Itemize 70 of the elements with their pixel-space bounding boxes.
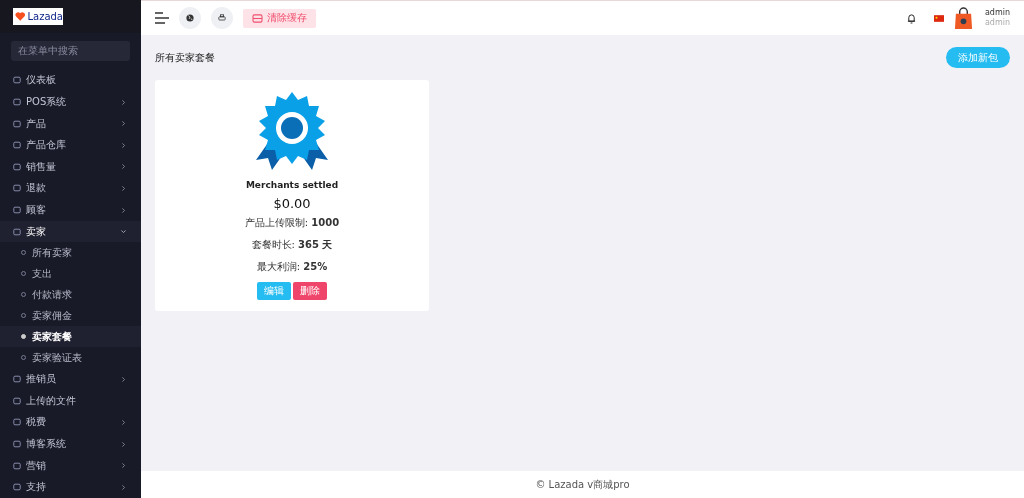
menu-item-icon (13, 375, 21, 384)
chevron-icon (120, 98, 127, 106)
menu-item[interactable]: 上传的文件 (0, 390, 141, 412)
submenu-item[interactable]: 卖家验证表 (0, 347, 141, 369)
menu-item[interactable]: 推销员 (0, 368, 141, 390)
package-name: Merchants settled (245, 180, 339, 190)
search-field[interactable]: 在菜单中搜索 (11, 40, 130, 61)
drive-icon (252, 13, 263, 23)
menu-item[interactable]: 卖家 (0, 220, 141, 243)
user-name: admin (984, 8, 1010, 18)
menu-icon[interactable] (155, 12, 169, 24)
globe-icon (186, 14, 194, 22)
submenu-item[interactable]: 支出 (0, 263, 141, 285)
print-button[interactable] (211, 7, 233, 29)
logo-text: Lazada (27, 10, 63, 22)
shopping-bag-icon[interactable] (953, 6, 973, 30)
menu-item-icon (13, 141, 21, 150)
menu-item[interactable]: 支持 (0, 476, 141, 498)
menu-item[interactable]: 博客系统 (0, 433, 141, 455)
menu-item-icon (13, 483, 21, 492)
menu-item[interactable]: POS系统 (0, 91, 141, 113)
menu-item[interactable]: 营销 (0, 454, 141, 477)
menu-item-icon (13, 184, 21, 193)
submenu-item[interactable]: 付款请求 (0, 284, 141, 306)
package-detail: 产品上传限制: 1000 (244, 216, 340, 230)
footer-text: © Lazada v商城pro (535, 477, 630, 492)
menu-item-icon (13, 418, 21, 427)
menu-item-icon (13, 119, 21, 128)
chevron-icon (120, 163, 127, 171)
chevron-icon (120, 206, 127, 214)
chevron-icon (120, 184, 127, 192)
menu-item-icon (13, 461, 21, 470)
delete-button[interactable]: 删除 (293, 282, 327, 300)
menu-item-icon (13, 162, 21, 171)
chevron-icon (120, 440, 127, 448)
package-detail: 套餐时长: 365 天 (251, 238, 333, 252)
chevron-icon (120, 418, 127, 426)
submenu-item[interactable]: 卖家套餐 (0, 326, 141, 348)
user-role: admin (984, 18, 1010, 28)
menu-item[interactable]: 产品 (0, 112, 141, 135)
submenu-item[interactable]: 卖家佣金 (0, 305, 141, 327)
chevron-icon (120, 462, 127, 470)
menu-item[interactable]: 退款 (0, 177, 141, 200)
menu-item[interactable]: 仪表板 (0, 69, 141, 92)
bell-icon[interactable] (906, 12, 916, 24)
printer-icon (218, 14, 226, 22)
menu-item-icon (13, 396, 21, 405)
submenu-item[interactable]: 所有卖家 (0, 242, 141, 264)
chevron-icon (120, 375, 127, 383)
menu-item[interactable]: 税费 (0, 411, 141, 434)
menu-item-icon (13, 98, 21, 107)
menu-item[interactable]: 顾客 (0, 199, 141, 221)
page-title: 所有卖家套餐 (155, 50, 215, 65)
heart-icon (15, 10, 26, 22)
menu-item[interactable]: 销售量 (0, 156, 141, 178)
menu-item-icon (13, 440, 21, 448)
flag-icon[interactable] (933, 14, 944, 22)
menu-item-icon (13, 206, 21, 215)
bullet-icon (21, 334, 26, 340)
chevron-icon (120, 483, 127, 491)
chevron-icon (120, 141, 127, 149)
chevron-icon (120, 228, 127, 236)
logo[interactable]: Lazada (13, 7, 63, 25)
globe-button[interactable] (179, 7, 201, 29)
package-detail: 最大利润: 25% (256, 260, 328, 274)
menu-item[interactable]: 产品仓库 (0, 134, 141, 157)
package-price: $0.00 (273, 196, 311, 211)
menu-item-icon (13, 76, 21, 85)
menu-item-icon (13, 227, 21, 236)
chevron-icon (120, 120, 127, 128)
